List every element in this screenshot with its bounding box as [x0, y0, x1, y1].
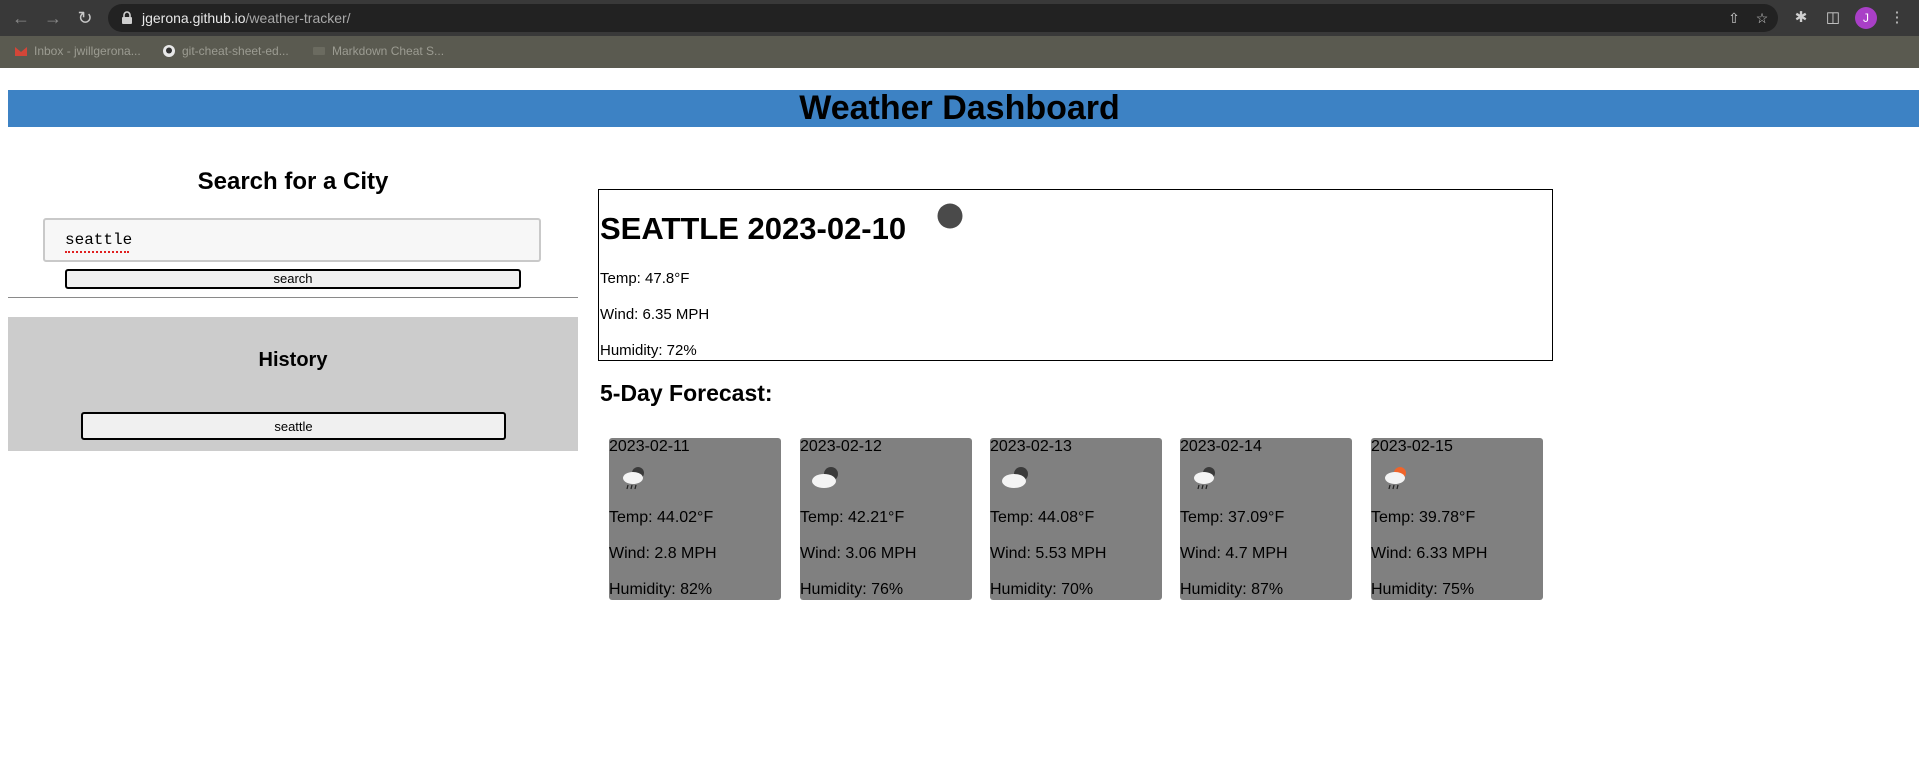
- forecast-date: 2023-02-12: [800, 438, 882, 455]
- bookmark-gmail[interactable]: Inbox - jwillgerona...: [14, 44, 141, 60]
- forecast-humidity: Humidity: 87%: [1180, 581, 1284, 598]
- browser-toolbar: ← → ↻ jgerona.github.io/weather-tracker/…: [0, 0, 1919, 36]
- forecast-card: 2023-02-11 Temp: 44.02°F Wind: 2.8 MPH H…: [609, 438, 781, 600]
- address-bar[interactable]: jgerona.github.io/weather-tracker/ ⇧ ☆: [108, 4, 1778, 32]
- forecast-title: 5-Day Forecast:: [600, 380, 773, 406]
- forecast-temp: Temp: 44.02°F: [609, 509, 714, 526]
- forecast-humidity: Humidity: 76%: [800, 581, 904, 598]
- url-text[interactable]: jgerona.github.io/weather-tracker/: [142, 10, 351, 26]
- current-city-date: SEATTLE 2023-02-10: [600, 211, 907, 246]
- browser-chrome: ← → ↻ jgerona.github.io/weather-tracker/…: [0, 0, 1919, 68]
- bookmark-label: Inbox - jwillgerona...: [34, 44, 141, 58]
- forecast-temp: Temp: 37.09°F: [1180, 509, 1285, 526]
- forecast-card: 2023-02-13 Temp: 44.08°F Wind: 5.53 MPH …: [990, 438, 1162, 600]
- url-path: /weather-tracker/: [245, 10, 351, 26]
- forward-arrow-icon[interactable]: →: [42, 7, 64, 29]
- page-title: Weather Dashboard: [799, 89, 1120, 127]
- forecast-temp: Temp: 44.08°F: [990, 509, 1095, 526]
- forecast-temp: Temp: 39.78°F: [1371, 509, 1476, 526]
- forecast-wind: Wind: 4.7 MPH: [1180, 545, 1288, 562]
- gmail-icon: [15, 47, 27, 56]
- current-humidity: Humidity: 72%: [600, 342, 697, 359]
- history-panel: History seattle: [8, 317, 578, 451]
- bookmark-markdown[interactable]: Markdown Cheat S...: [312, 44, 444, 60]
- history-item-seattle[interactable]: seattle: [81, 412, 506, 440]
- side-panel-icon[interactable]: ◫: [1824, 9, 1842, 27]
- dark-circle-icon: [937, 203, 963, 229]
- bookmark-label: Markdown Cheat S...: [332, 44, 445, 58]
- forecast-humidity: Humidity: 70%: [990, 581, 1094, 598]
- github-icon: [163, 45, 175, 57]
- avatar[interactable]: J: [1855, 7, 1877, 29]
- forecast-wind: Wind: 5.53 MPH: [990, 545, 1107, 562]
- menu-kebab-icon[interactable]: ⋮: [1888, 9, 1906, 27]
- markdown-icon: [313, 47, 325, 55]
- forecast-wind: Wind: 3.06 MPH: [800, 545, 917, 562]
- spellcheck-underline: [65, 248, 129, 253]
- forecast-card: 2023-02-14 Temp: 37.09°F Wind: 4.7 MPH H…: [1180, 438, 1352, 600]
- search-title: Search for a City: [197, 168, 389, 195]
- current-weather-panel: SEATTLE 2023-02-10 Temp: 47.8°F Wind: 6.…: [598, 189, 1553, 361]
- forecast-date: 2023-02-11: [609, 438, 690, 455]
- city-search-input[interactable]: [43, 218, 541, 262]
- forecast-date: 2023-02-15: [1371, 438, 1453, 455]
- bookmarks-bar: Inbox - jwillgerona... git-cheat-sheet-e…: [0, 36, 1919, 68]
- current-wind: Wind: 6.35 MPH: [600, 306, 710, 323]
- share-icon[interactable]: ⇧: [1726, 10, 1742, 26]
- forecast-humidity: Humidity: 82%: [609, 581, 713, 598]
- cloudy-icon: [1002, 467, 1028, 488]
- url-host: jgerona.github.io: [142, 10, 246, 26]
- forecast-date: 2023-02-13: [990, 438, 1072, 455]
- bookmark-label: git-cheat-sheet-ed...: [182, 44, 289, 58]
- forecast-card: 2023-02-12 Temp: 42.21°F Wind: 3.06 MPH …: [800, 438, 972, 600]
- search-button[interactable]: search: [65, 269, 521, 289]
- forecast-date: 2023-02-14: [1180, 438, 1262, 455]
- forecast-wind: Wind: 6.33 MPH: [1371, 545, 1488, 562]
- forecast-wind: Wind: 2.8 MPH: [609, 545, 717, 562]
- bookmark-github[interactable]: git-cheat-sheet-ed...: [162, 44, 289, 60]
- cloudy-icon: [812, 467, 838, 488]
- rain-cloud-icon: [623, 467, 644, 490]
- current-temp: Temp: 47.8°F: [600, 270, 690, 287]
- lock-icon: [122, 11, 132, 24]
- reload-icon[interactable]: ↻: [74, 7, 96, 29]
- extensions-icon[interactable]: ✱: [1792, 9, 1810, 27]
- forecast-humidity: Humidity: 75%: [1371, 581, 1475, 598]
- forecast-temp: Temp: 42.21°F: [800, 509, 905, 526]
- divider: [8, 297, 578, 298]
- rain-cloud-icon: [1194, 467, 1215, 490]
- forecast-card: 2023-02-15 Temp: 39.78°F Wind: 6.33 MPH …: [1371, 438, 1543, 600]
- back-arrow-icon[interactable]: ←: [10, 7, 32, 29]
- history-title: History: [258, 349, 328, 371]
- sun-rain-cloud-icon: [1385, 467, 1406, 490]
- star-icon[interactable]: ☆: [1754, 10, 1770, 26]
